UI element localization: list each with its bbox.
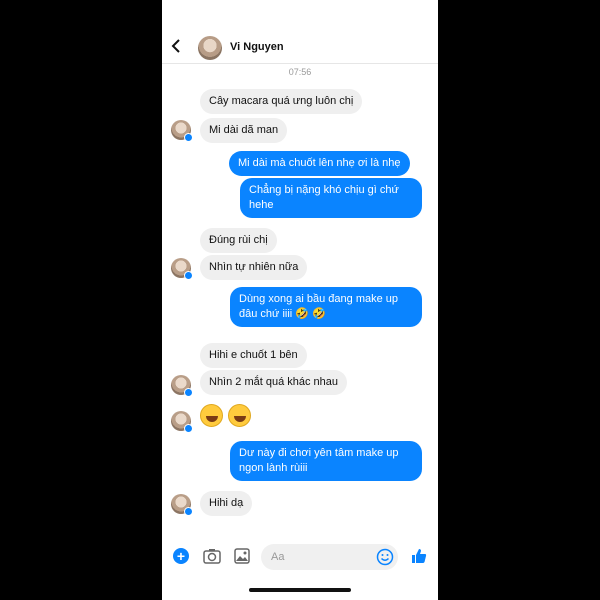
message-input[interactable] (271, 549, 371, 565)
messenger-badge-icon (184, 424, 193, 433)
chat-header: Vi Nguyen (162, 28, 438, 64)
plus-icon[interactable]: + (173, 548, 189, 564)
contact-name[interactable]: Vi Nguyen (230, 41, 284, 53)
message-line: Dùng xong ai bầu đang make up (239, 293, 399, 305)
message-bubble-incoming[interactable]: Hihi e chuốt 1 bên (200, 343, 307, 368)
message-bubble-outgoing[interactable]: Mi dài mà chuốt lên nhẹ ơi là nhẹ (229, 151, 410, 176)
messenger-badge-icon (184, 388, 193, 397)
like-icon[interactable] (410, 547, 428, 565)
sender-avatar (171, 258, 193, 280)
message-line: hehe (249, 199, 274, 211)
sender-avatar (171, 494, 193, 516)
message-input-field (261, 544, 398, 570)
sender-avatar (171, 120, 193, 142)
emoji-icon[interactable] (376, 548, 394, 566)
message-bubble-incoming[interactable]: Mi dài dã man (200, 118, 288, 143)
contact-avatar[interactable] (198, 36, 222, 60)
message-line: ngon lành rùiii (239, 462, 308, 474)
message-timestamp: 07:56 (288, 67, 312, 77)
message-bubble-outgoing[interactable]: Chẳng bị nặng khó chịu gì chứ hehe (240, 178, 422, 218)
sender-avatar (171, 411, 193, 433)
chat-screen: Vi Nguyen 07:56 Cây macara quá ưng luôn … (162, 0, 438, 600)
rofl-emoji-icon[interactable] (200, 404, 223, 427)
message-composer: + (162, 540, 438, 574)
rofl-emoji-icon[interactable] (228, 404, 251, 427)
message-bubble-incoming[interactable]: Đúng rùi chị (200, 228, 277, 253)
messenger-badge-icon (184, 507, 193, 516)
message-bubble-outgoing[interactable]: Dư này đi chơi yên tâm make up ngon lành… (230, 441, 422, 481)
message-line: đâu chứ iiii 🤣 🤣 (239, 308, 326, 320)
messenger-badge-icon (184, 271, 193, 280)
sender-avatar (171, 375, 193, 397)
gallery-icon[interactable] (234, 548, 250, 564)
message-bubble-outgoing[interactable]: Dùng xong ai bầu đang make up đâu chứ ii… (230, 287, 422, 327)
message-bubble-incoming[interactable]: Cây macara quá ưng luôn chị (200, 89, 363, 114)
message-bubble-incoming[interactable]: Hihi dạ (200, 491, 253, 516)
message-bubble-incoming[interactable]: Nhìn tự nhiên nữa (200, 255, 308, 280)
chevron-left-icon[interactable] (168, 38, 184, 54)
camera-icon[interactable] (203, 548, 221, 564)
message-bubble-incoming[interactable]: Nhìn 2 mắt quá khác nhau (200, 370, 348, 395)
home-indicator (249, 588, 351, 592)
message-line: Chẳng bị nặng khó chịu gì chứ (249, 184, 399, 196)
message-line: Dư này đi chơi yên tâm make up (239, 447, 399, 459)
messenger-badge-icon (184, 133, 193, 142)
